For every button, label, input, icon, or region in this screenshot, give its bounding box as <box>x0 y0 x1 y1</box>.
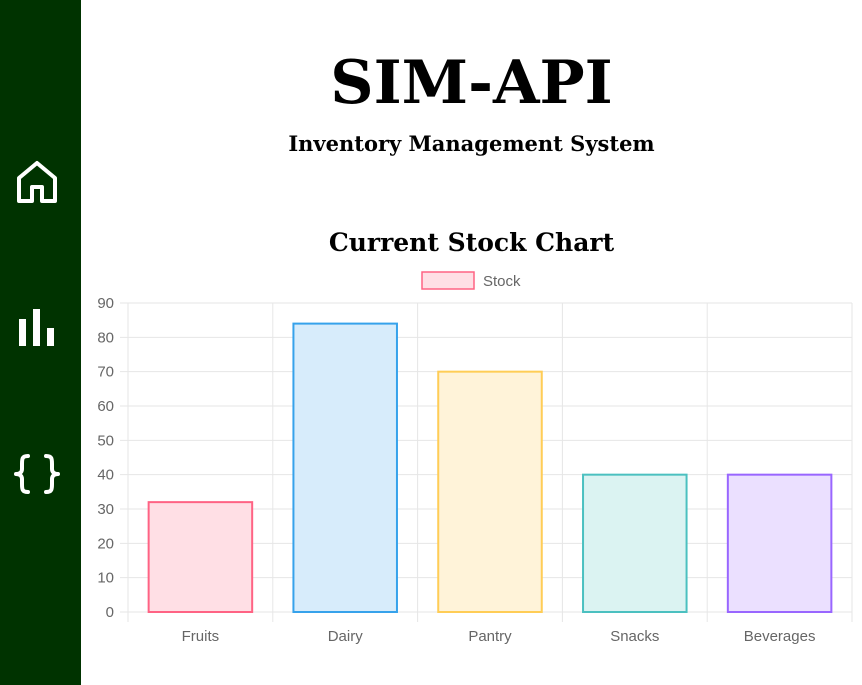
bar <box>437 370 543 613</box>
x-tick-label: Beverages <box>744 628 816 645</box>
y-tick-label: 90 <box>97 295 114 312</box>
bar <box>147 501 254 613</box>
bar <box>292 322 398 613</box>
legend-swatch <box>421 271 475 290</box>
y-tick-label: 30 <box>97 501 114 518</box>
bar <box>582 473 688 613</box>
y-tick-label: 50 <box>97 432 114 449</box>
x-tick-label: Pantry <box>468 628 512 645</box>
home-icon[interactable] <box>13 158 61 206</box>
sidebar <box>0 0 81 685</box>
stock-chart: 0 10 20 30 40 50 60 70 80 90 Fruits Dairy Pantry Snac… <box>97 271 853 645</box>
x-tick-label: Dairy <box>328 628 364 645</box>
x-tick-label: Fruits <box>182 628 220 645</box>
y-tick-label: 10 <box>97 570 114 587</box>
y-tick-label: 70 <box>97 364 114 381</box>
y-tick-label: 80 <box>97 329 114 346</box>
y-tick-label: 60 <box>97 398 114 415</box>
x-tick-label: Snacks <box>610 628 659 645</box>
y-tick-label: 0 <box>106 604 114 621</box>
y-tick-label: 40 <box>97 467 114 484</box>
bar-chart-icon[interactable] <box>13 304 61 352</box>
legend-label: Stock <box>483 273 521 290</box>
bar <box>726 473 833 613</box>
y-tick-label: 20 <box>97 535 114 552</box>
main-content: SIM-API Inventory Management System Curr… <box>81 0 862 685</box>
braces-icon[interactable] <box>13 450 61 498</box>
